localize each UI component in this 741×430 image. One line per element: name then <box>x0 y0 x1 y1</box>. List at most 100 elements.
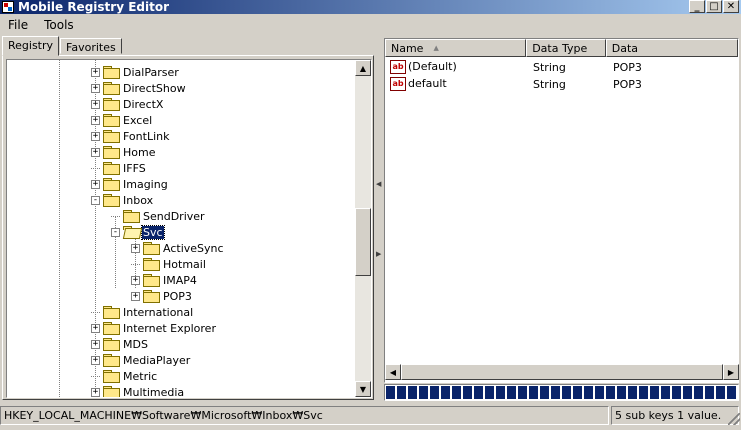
values-list[interactable]: Name ▲ Data Type Data ab (Default) String P… <box>384 38 739 383</box>
tree-item-label: Inbox <box>123 193 154 207</box>
scroll-left-button[interactable]: ◀ <box>385 364 401 380</box>
tree-item[interactable]: + Home <box>91 144 156 160</box>
column-header-data[interactable]: Data <box>605 39 738 57</box>
registry-tree[interactable]: + DialParser + DirectShow + DirectX + Excel + Fon… <box>6 59 372 398</box>
tree-vertical-scrollbar[interactable]: ▲ ▼ <box>355 60 371 397</box>
folder-icon <box>143 242 160 255</box>
expand-icon[interactable]: + <box>91 131 100 141</box>
tree-item[interactable]: + IMAP4 <box>131 272 198 288</box>
tree-connector <box>91 375 100 377</box>
expand-icon[interactable]: + <box>91 83 100 93</box>
tree-item[interactable]: + FontLink <box>91 128 170 144</box>
tree-item[interactable]: + ActiveSync <box>131 240 225 256</box>
tree-item[interactable]: International <box>91 304 194 320</box>
tree-item[interactable]: SendDriver <box>111 208 206 224</box>
tree-item[interactable]: + POP3 <box>131 288 193 304</box>
expand-icon[interactable]: + <box>91 323 100 333</box>
tree-item[interactable]: + Internet Explorer <box>91 320 217 336</box>
scroll-right-button[interactable]: ▶ <box>723 364 739 380</box>
splitter-left-arrow-icon: ◀ <box>376 180 382 188</box>
folder-icon <box>103 370 120 383</box>
tree-item-label: Internet Explorer <box>123 321 216 335</box>
tree-rows: + DialParser + DirectShow + DirectX + Excel + Fon… <box>7 60 355 397</box>
tree-connector <box>131 263 140 265</box>
app-icon <box>2 1 14 13</box>
tree-item[interactable]: + MediaPlayer <box>91 352 191 368</box>
tree-item-label: ActiveSync <box>163 241 224 255</box>
tree-item-label: DirectX <box>123 97 164 111</box>
string-value-icon: ab <box>390 77 406 91</box>
tree-item[interactable]: + DirectShow <box>91 80 187 96</box>
tree-item-label: MediaPlayer <box>123 353 191 367</box>
list-row[interactable]: ab (Default) String POP3 <box>385 59 738 75</box>
tree-item[interactable]: + Imaging <box>91 176 169 192</box>
scroll-thumb[interactable] <box>355 208 371 276</box>
menu-file[interactable]: File <box>0 18 36 32</box>
expand-icon[interactable]: + <box>91 339 100 349</box>
tree-item[interactable]: + MDS <box>91 336 149 352</box>
tree-item-label: IMAP4 <box>163 273 197 287</box>
tree-item[interactable]: - Inbox <box>91 192 154 208</box>
expand-icon[interactable]: + <box>91 99 100 109</box>
tree-item[interactable]: IFFS <box>91 160 147 176</box>
tab-favorites[interactable]: Favorites <box>60 38 122 54</box>
tree-item-label: DialParser <box>123 65 179 79</box>
expand-icon[interactable]: + <box>91 147 100 157</box>
expand-icon[interactable]: + <box>91 355 100 365</box>
expand-icon[interactable]: + <box>91 115 100 125</box>
tree-item-label: DirectShow <box>123 81 186 95</box>
list-header: Name ▲ Data Type Data <box>385 39 738 57</box>
list-row[interactable]: ab default String POP3 <box>385 76 738 92</box>
folder-icon <box>143 274 160 287</box>
sort-ascending-icon: ▲ <box>433 44 439 52</box>
scroll-down-button[interactable]: ▼ <box>355 381 371 397</box>
tree-item-label: International <box>123 305 194 319</box>
minimize-button[interactable]: _ <box>689 0 705 13</box>
column-header-name[interactable]: Name ▲ <box>385 39 527 57</box>
folder-icon <box>103 82 120 95</box>
expand-icon[interactable]: + <box>91 387 100 397</box>
tree-item[interactable]: - Svc <box>111 224 165 240</box>
column-header-data-type[interactable]: Data Type <box>526 39 606 57</box>
folder-icon <box>103 306 120 319</box>
window-title: Mobile Registry Editor <box>18 0 169 14</box>
column-type-label: Data Type <box>532 41 588 55</box>
column-name-label: Name <box>391 41 424 55</box>
status-summary: 5 sub keys 1 value. <box>611 406 739 425</box>
tree-item-label: Hotmail <box>163 257 206 271</box>
value-data-cell: POP3 <box>613 77 642 91</box>
tree-item-label: FontLink <box>123 129 170 143</box>
tree-connector <box>111 215 120 217</box>
expand-icon[interactable]: + <box>131 275 140 285</box>
folder-icon <box>143 290 160 303</box>
maximize-button[interactable]: □ <box>706 0 722 13</box>
tree-item[interactable]: + DirectX <box>91 96 164 112</box>
folder-icon <box>103 66 120 79</box>
folder-icon <box>103 194 120 207</box>
splitter[interactable]: ◀ ▶ <box>375 55 383 400</box>
tree-item-label: Imaging <box>123 177 168 191</box>
expand-icon[interactable]: + <box>91 179 100 189</box>
tab-strip: Registry Favorites <box>2 36 123 56</box>
close-button[interactable]: ✕ <box>723 0 739 13</box>
horizontal-scroll-thumb[interactable] <box>401 364 723 380</box>
scroll-up-button[interactable]: ▲ <box>355 60 371 76</box>
tree-item[interactable]: + Multimedia <box>91 384 185 397</box>
tree-item[interactable]: + Excel <box>91 112 153 128</box>
value-name: default <box>408 77 447 90</box>
tab-registry[interactable]: Registry <box>2 36 60 56</box>
expand-icon[interactable]: + <box>131 243 140 253</box>
list-horizontal-scrollbar[interactable]: ◀ ▶ <box>385 364 739 380</box>
menu-tools[interactable]: Tools <box>36 18 82 32</box>
tree-item[interactable]: + DialParser <box>91 64 180 80</box>
resize-grip-icon[interactable] <box>728 413 740 425</box>
folder-icon <box>103 98 120 111</box>
tree-item-label: Svc <box>141 224 165 240</box>
expand-icon[interactable]: + <box>131 291 140 301</box>
expand-icon[interactable]: + <box>91 67 100 77</box>
collapse-icon[interactable]: - <box>111 227 120 237</box>
collapse-icon[interactable]: - <box>91 195 100 205</box>
tree-item[interactable]: Hotmail <box>131 256 207 272</box>
tree-item[interactable]: Metric <box>91 368 158 384</box>
progress-bar <box>384 384 739 401</box>
